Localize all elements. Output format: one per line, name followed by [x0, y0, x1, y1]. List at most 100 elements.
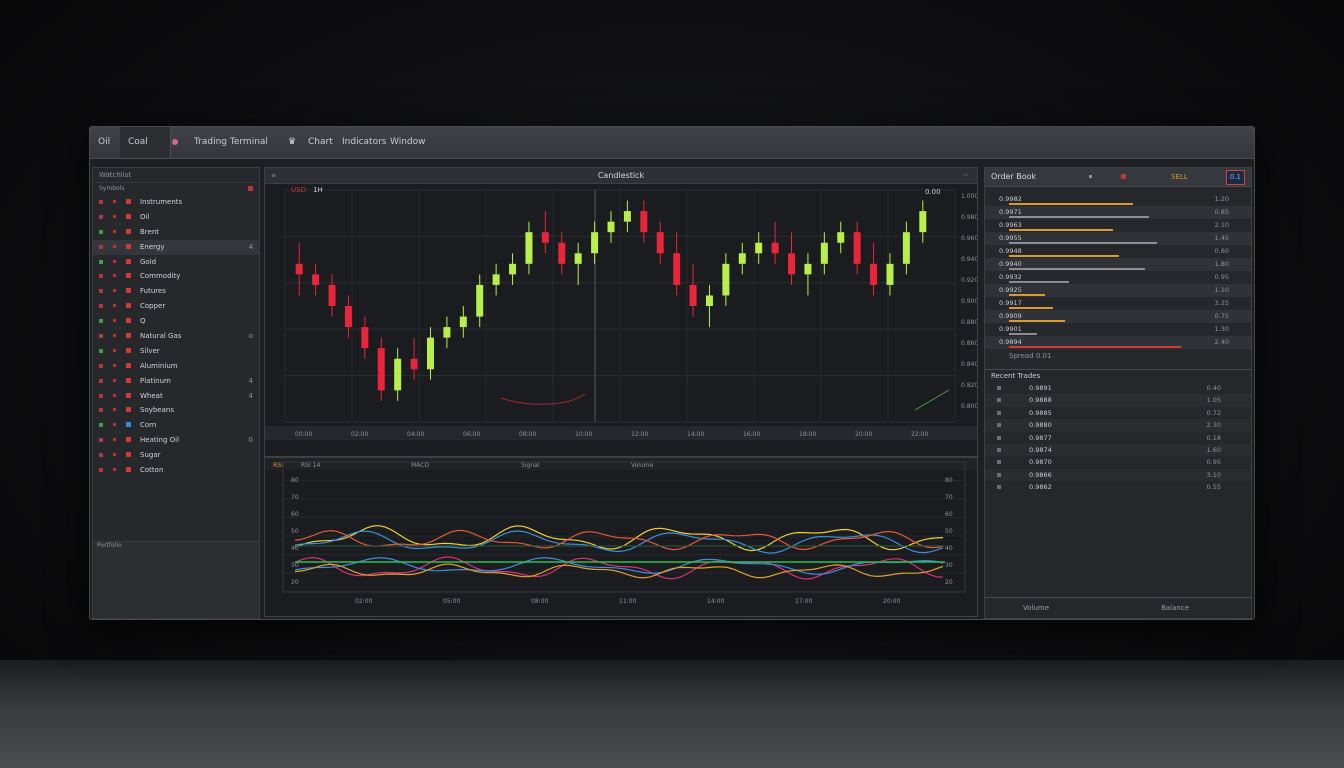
- status-dot: [99, 363, 103, 368]
- order-book-row[interactable]: 0.9925 1.10: [985, 284, 1251, 297]
- order-book-row[interactable]: 0.9948 0.60: [985, 245, 1251, 258]
- color-swatch: [126, 273, 131, 279]
- status-dot: [99, 423, 103, 428]
- depth-bar: [1009, 203, 1133, 205]
- trade-row[interactable]: 0.9874 1.60: [985, 443, 1251, 457]
- trading-window: Oil Coal Trading Terminal ♛ Chart Indica…: [89, 126, 1255, 620]
- color-swatch: [126, 407, 131, 413]
- chart-options-icon[interactable]: ⋯: [962, 168, 969, 183]
- watchlist-item[interactable]: Soybeans: [93, 403, 259, 418]
- lot-size-badge[interactable]: 0.1: [1225, 170, 1245, 185]
- status-dot: [113, 408, 116, 412]
- watchlist-item[interactable]: Wheat 4: [93, 389, 259, 404]
- trade-row[interactable]: 0.9870 0.95: [985, 456, 1251, 469]
- trade-row[interactable]: 0.9888 1.05: [985, 394, 1251, 407]
- order-book-row[interactable]: 0.9955 1.45: [985, 232, 1251, 245]
- tab-coal[interactable]: Coal: [120, 127, 171, 158]
- candle-body: [705, 295, 713, 306]
- watchlist-item[interactable]: Natural Gas o: [93, 329, 259, 344]
- order-book-row[interactable]: 0.9917 3.25: [985, 297, 1251, 310]
- order-book-row[interactable]: 0.9971 0.85: [985, 206, 1251, 219]
- order-book-row[interactable]: 0.9940 1.80: [985, 258, 1251, 271]
- settings-icon[interactable]: [1089, 175, 1092, 178]
- interval-label: 1H: [313, 186, 323, 194]
- watchlist-item[interactable]: Sugar: [93, 448, 259, 463]
- trade-dot: [997, 386, 1001, 390]
- trade-size: 0.95: [1206, 458, 1221, 467]
- spread-label: Spread 0.01: [1009, 352, 1052, 360]
- watchlist-item[interactable]: Copper: [93, 299, 259, 314]
- balance-label: Balance: [1161, 604, 1189, 612]
- trade-row[interactable]: 0.9862 0.55: [985, 481, 1251, 494]
- watchlist-item-name: Energy: [140, 242, 165, 251]
- status-dot: [99, 348, 103, 353]
- watchlist-footer-area: Portfolio: [93, 541, 259, 618]
- color-swatch: [126, 213, 131, 219]
- indicator-time-label: 08:00: [531, 598, 548, 605]
- candle-body: [328, 284, 336, 306]
- watchlist-item[interactable]: Energy 4: [93, 239, 259, 255]
- watchlist-item-name: Cotton: [140, 466, 164, 475]
- sell-badge[interactable]: SELL: [1171, 168, 1188, 186]
- trade-row[interactable]: 0.9866 3.10: [985, 468, 1251, 482]
- watchlist-item-name: Brent: [140, 227, 160, 236]
- time-axis-label: 00:00: [295, 431, 312, 438]
- watchlist-item[interactable]: Commodity: [93, 269, 259, 284]
- trade-row[interactable]: 0.9885 0.72: [985, 406, 1251, 420]
- trade-row[interactable]: 0.9877 0.18: [985, 431, 1251, 444]
- watchlist-item-value: 4: [248, 376, 253, 385]
- color-swatch: [126, 243, 131, 249]
- trade-row[interactable]: 0.9891 0.40: [985, 382, 1251, 395]
- candle-body: [820, 242, 828, 264]
- watchlist-item[interactable]: Oil: [93, 210, 259, 225]
- indicator-axis-label: 50: [945, 528, 953, 535]
- color-swatch: [126, 362, 131, 368]
- price-axis-label: 0.900: [961, 298, 977, 305]
- trade-price: 0.9870: [1029, 458, 1052, 467]
- price-axis-label: 0.940: [961, 256, 977, 263]
- watchlist-item[interactable]: Aluminium: [93, 359, 259, 374]
- order-book-row[interactable]: 0.9932 0.95: [985, 271, 1251, 284]
- order-book-header: Order Book SELL 0.1: [985, 168, 1251, 187]
- candle-body: [886, 263, 894, 285]
- watchlist-item[interactable]: Q: [93, 314, 259, 329]
- status-dot: [113, 200, 116, 203]
- indicator-chart[interactable]: RSI RSI 14 MACD Signal Volume 80 80 70 70 60 60 50 5…: [265, 458, 977, 616]
- order-book-row[interactable]: 0.9894 2.40: [985, 336, 1251, 349]
- watchlist-item[interactable]: Brent: [93, 225, 259, 240]
- watchlist-item[interactable]: Silver: [93, 344, 259, 359]
- alert-icon[interactable]: [1121, 174, 1126, 179]
- order-book-row[interactable]: 0.9909 0.75: [985, 310, 1251, 323]
- watchlist-item[interactable]: Corn: [93, 418, 259, 433]
- watchlist-item-name: Copper: [140, 302, 166, 311]
- status-dot: [99, 274, 103, 279]
- menu-chart[interactable]: Chart: [308, 127, 333, 158]
- time-axis-label: 12:00: [631, 431, 648, 438]
- status-dot: [99, 319, 103, 324]
- watchlist-item[interactable]: Instruments: [93, 195, 259, 210]
- order-book-row[interactable]: 0.9963 2.10: [985, 219, 1251, 232]
- indicator-axis-label: 20: [291, 579, 299, 586]
- status-dot: [99, 453, 103, 458]
- candlestick-chart[interactable]: USD 1H 0.00 1.000 0.980 0.960 0.940 0.920 0.900 0…: [265, 184, 977, 456]
- menu-indicators[interactable]: Indicators: [342, 127, 386, 158]
- menu-window[interactable]: Window: [390, 127, 426, 158]
- right-footer: Volume Balance: [985, 597, 1251, 618]
- candle-body: [459, 316, 467, 328]
- depth-bar: [1009, 255, 1119, 257]
- order-book-row[interactable]: 0.9901 1.30: [985, 323, 1251, 336]
- close-icon[interactable]: [248, 186, 253, 191]
- indicator-line: [294, 530, 944, 554]
- crown-icon[interactable]: ♛: [288, 127, 296, 158]
- watchlist-item[interactable]: Futures: [93, 284, 259, 299]
- watchlist-item[interactable]: Platinum 4: [93, 374, 259, 389]
- candle-body: [476, 284, 484, 317]
- trade-row[interactable]: 0.9880 2.30: [985, 419, 1251, 432]
- desk-surface: [0, 660, 1344, 768]
- watchlist-item[interactable]: Gold: [93, 255, 259, 270]
- watchlist-item-name: Q: [140, 317, 146, 326]
- watchlist-item[interactable]: Heating Oil 0: [93, 433, 259, 448]
- order-book-row[interactable]: 0.9982 1.20: [985, 193, 1251, 206]
- watchlist-item[interactable]: Cotton: [93, 463, 259, 478]
- watchlist-item-name: Soybeans: [140, 406, 174, 415]
